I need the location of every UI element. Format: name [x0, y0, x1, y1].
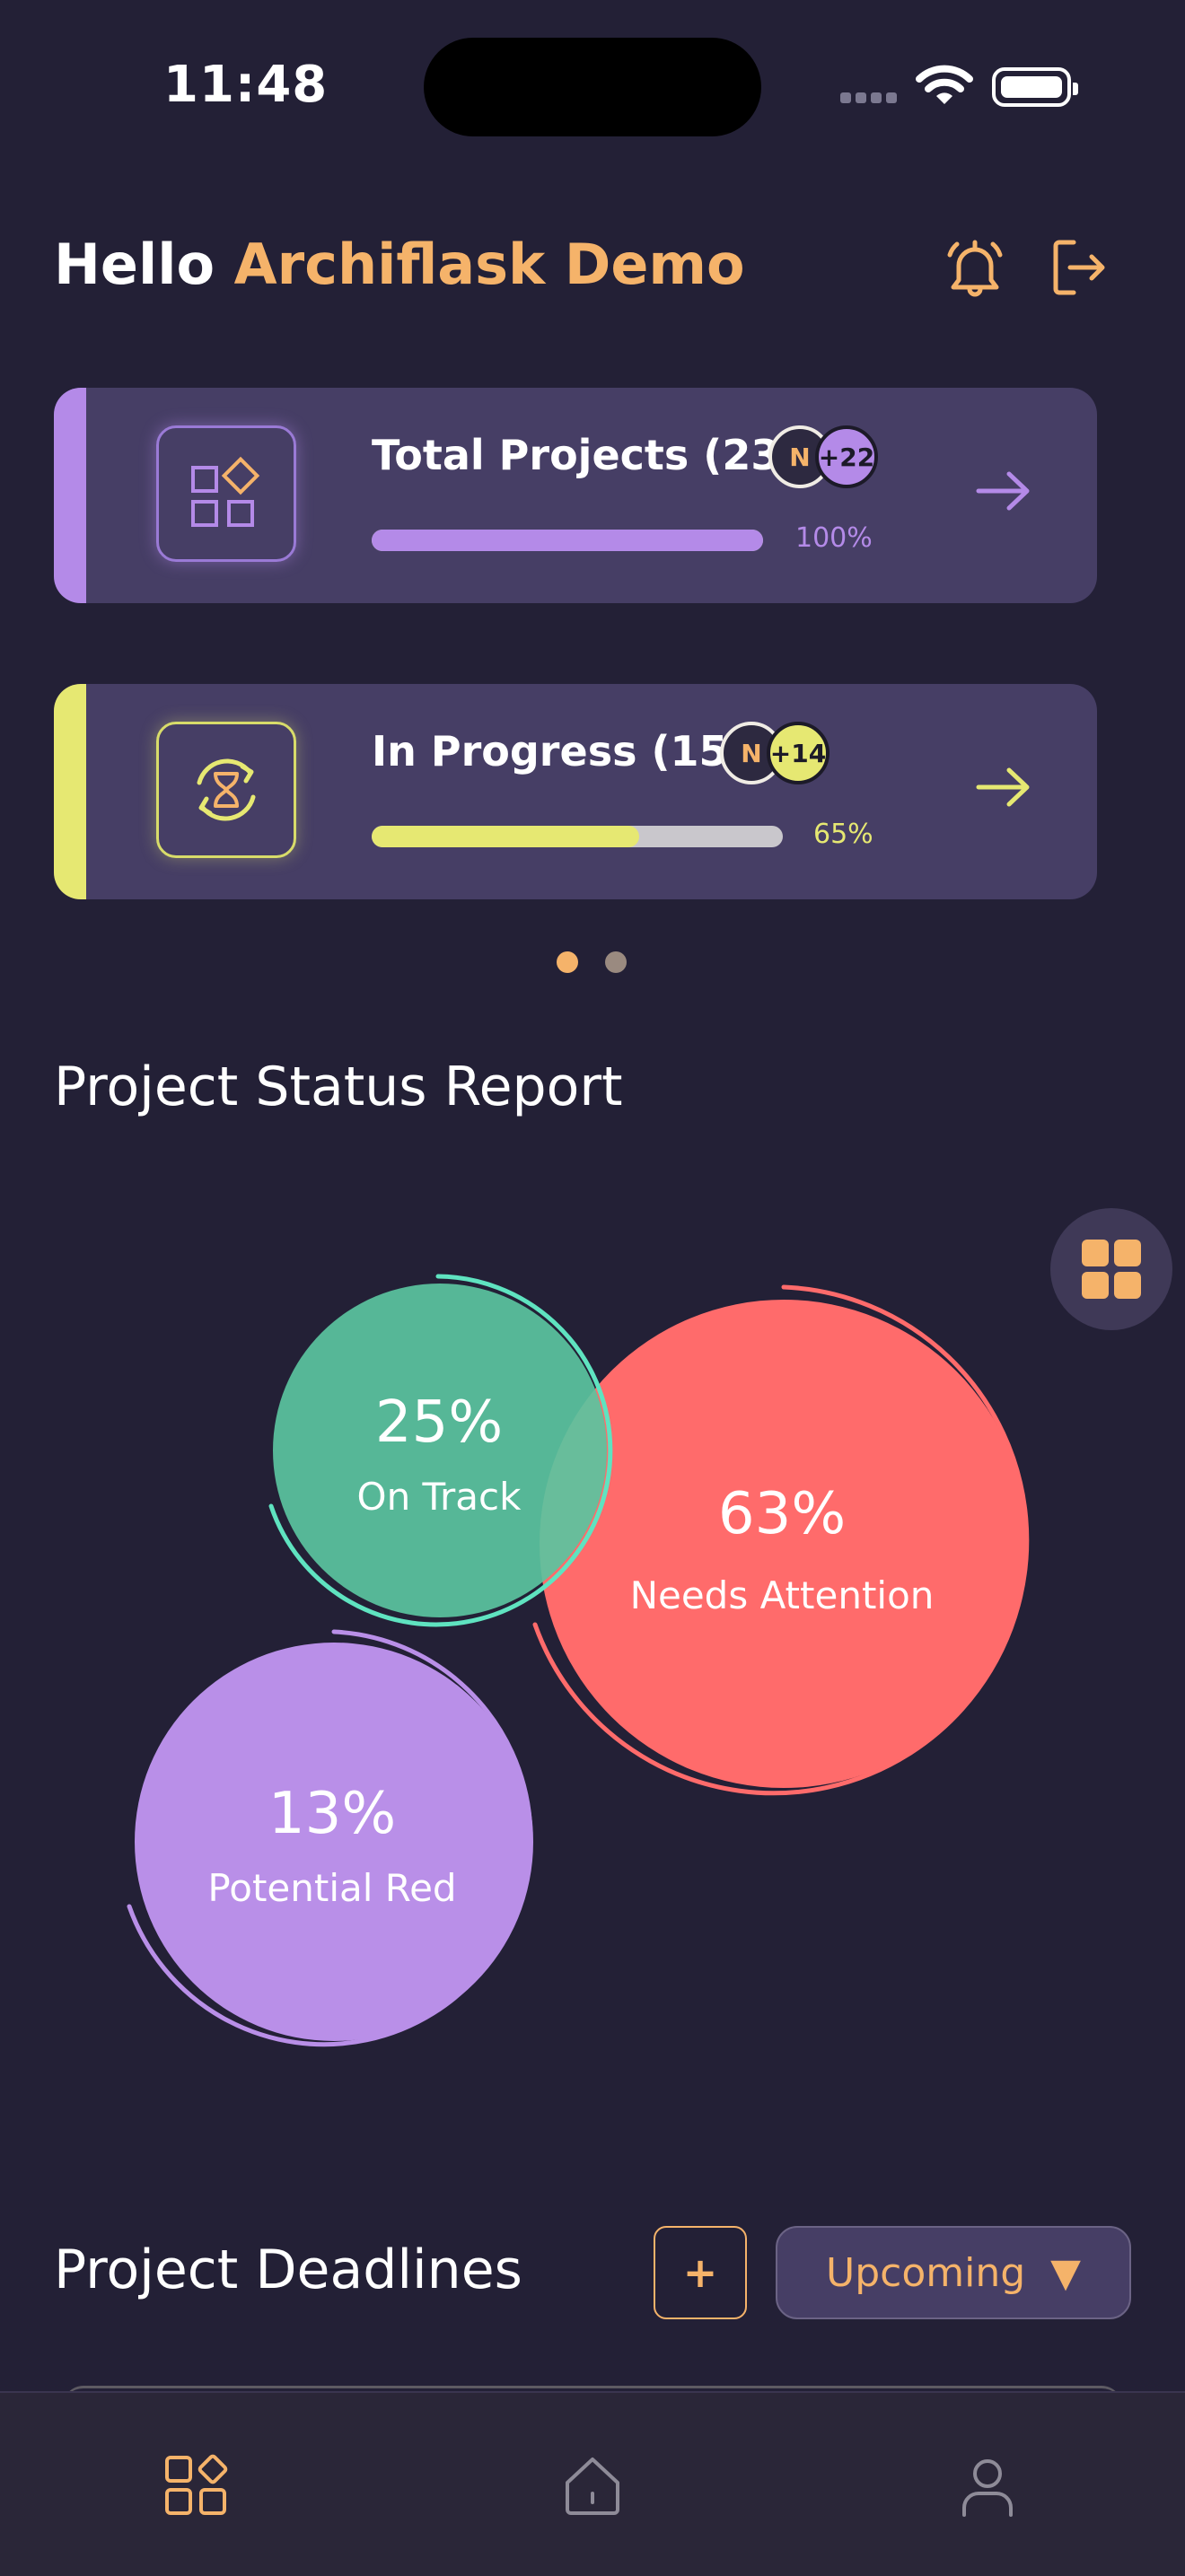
total-projects-card[interactable]: Total Projects (23) N +22 100% [54, 388, 1097, 603]
chevron-down-icon: ▼ [1050, 2249, 1081, 2296]
progress-label: 65% [813, 819, 873, 850]
grid-icon [1082, 1240, 1141, 1299]
bubble-label: Potential Red [207, 1866, 456, 1910]
bubble-percent: 13% [268, 1781, 396, 1847]
dashboard-icon[interactable] [162, 2452, 230, 2520]
bubble-label: On Track [357, 1475, 522, 1519]
bubble-needs-attention[interactable]: 63% Needs Attention [532, 1284, 1030, 1796]
add-deadline-button[interactable]: + [654, 2226, 747, 2319]
refresh-hourglass-icon [156, 722, 296, 858]
battery-icon [992, 67, 1078, 107]
bubble-on-track[interactable]: 25% On Track [268, 1274, 613, 1627]
greeting-text: Hello [54, 232, 215, 297]
bubble-label: Needs Attention [630, 1573, 935, 1617]
bell-icon[interactable] [943, 235, 1007, 300]
wifi-icon [916, 65, 973, 104]
user-name: Archiflask Demo [233, 232, 745, 297]
in-progress-card[interactable]: In Progress (15) N +14 65% [54, 684, 1097, 899]
grid-shapes-icon [156, 425, 296, 562]
progress-bar [372, 530, 763, 551]
bubble-percent: 63% [718, 1481, 846, 1547]
card-accent-bar [54, 388, 86, 603]
progress-fill [372, 530, 763, 551]
pager-dot-active[interactable] [557, 951, 578, 973]
bottom-tab-bar [0, 2391, 1185, 2576]
status-bubble-chart: 63% Needs Attention 25% On Track 13% Pot… [127, 1274, 1030, 2047]
avatar-more-count: +22 [815, 425, 878, 488]
deadline-filter-dropdown[interactable]: Upcoming ▼ [776, 2226, 1131, 2319]
progress-bar [372, 826, 783, 847]
progress-label: 100% [795, 522, 873, 554]
deadlines-title: Project Deadlines [54, 2239, 522, 2301]
avatar-more-count: +14 [767, 722, 830, 784]
bubble-percent: 25% [375, 1389, 503, 1456]
card-title: Total Projects (23) [372, 431, 799, 479]
dropdown-value: Upcoming [826, 2249, 1026, 2296]
arrow-right-icon[interactable] [975, 765, 1032, 810]
status-report-title: Project Status Report [54, 1056, 623, 1118]
signal-icon [840, 90, 901, 107]
card-accent-bar [54, 684, 86, 899]
pager-dot[interactable] [605, 951, 627, 973]
user-icon[interactable] [953, 2452, 1022, 2520]
card-title: In Progress (15) [372, 727, 747, 775]
arrow-right-icon[interactable] [975, 469, 1032, 513]
view-toggle-button[interactable] [1050, 1208, 1172, 1330]
dynamic-island [424, 38, 761, 136]
status-time: 11:48 [163, 56, 329, 114]
greeting: Hello Archiflask Demo [54, 232, 745, 297]
logout-icon[interactable] [1047, 235, 1111, 300]
bubble-potential-red[interactable]: 13% Potential Red [127, 1629, 533, 2047]
home-icon[interactable] [558, 2452, 627, 2520]
progress-fill [372, 826, 639, 847]
